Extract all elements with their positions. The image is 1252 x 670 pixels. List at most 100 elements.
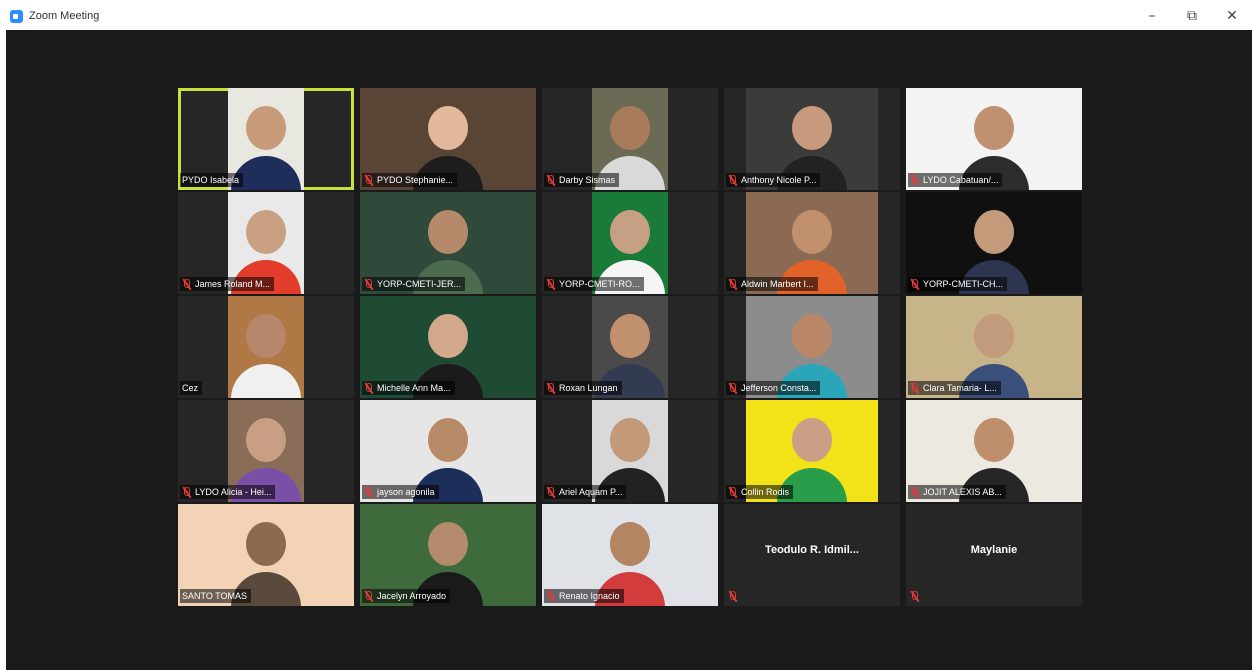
participant-face	[610, 210, 650, 254]
participant-face	[428, 522, 468, 566]
participant-name: Cez	[182, 383, 199, 393]
participant-name: LYDO Alicia - Hei...	[195, 487, 272, 497]
participant-tile[interactable]: PYDO Isabela	[178, 88, 354, 190]
muted-mic-icon	[910, 591, 919, 602]
participant-face	[246, 210, 286, 254]
participant-name: Clara Tamaria- L...	[923, 383, 997, 393]
participant-body	[231, 364, 301, 398]
participant-name-label: Roxan Lungan	[544, 381, 622, 395]
close-button[interactable]: ✕	[1212, 0, 1252, 32]
participant-name: Renato Ignacio	[559, 591, 620, 601]
muted-mic-icon	[364, 174, 373, 186]
participant-face	[610, 314, 650, 358]
muted-mic-icon	[364, 590, 373, 602]
participant-name-label: YORP-CMETI-RO...	[544, 277, 644, 291]
participant-name-label: Michelle Ann Ma...	[362, 381, 455, 395]
participant-name: YORP-CMETI-RO...	[559, 279, 640, 289]
participant-face	[974, 210, 1014, 254]
participant-face	[610, 522, 650, 566]
participant-name: SANTO TOMAS	[182, 591, 248, 601]
participant-tile[interactable]: Collin Rodis	[724, 400, 900, 502]
participant-tile[interactable]: Jefferson Consta...	[724, 296, 900, 398]
participant-name-label: Clara Tamaria- L...	[908, 381, 1001, 395]
participant-name: Anthony Nicole P...	[741, 175, 817, 185]
participant-name: Collin Rodis	[741, 487, 790, 497]
participant-tile[interactable]: James Roland M...	[178, 192, 354, 294]
participant-tile[interactable]: Darby Sismas	[542, 88, 718, 190]
participant-name: PYDO Isabela	[182, 175, 240, 185]
muted-mic-icon	[182, 486, 191, 498]
participant-face	[246, 522, 286, 566]
participant-tile[interactable]: Ariel Aquam P...	[542, 400, 718, 502]
muted-mic-icon	[364, 486, 373, 498]
participant-tile[interactable]: YORP-CMETI-RO...	[542, 192, 718, 294]
participant-tile[interactable]: LYDO Cabatuan/...	[906, 88, 1082, 190]
participant-face	[792, 418, 832, 462]
participant-tile[interactable]: JOJIT ALEXIS AB...	[906, 400, 1082, 502]
participant-tile[interactable]: Jacelyn Arroyado	[360, 504, 536, 606]
participant-video	[228, 296, 304, 398]
participant-tile[interactable]: jayson agonila	[360, 400, 536, 502]
participant-tile[interactable]: YORP-CMETI-CH...	[906, 192, 1082, 294]
participant-face	[974, 106, 1014, 150]
participant-name-label: James Roland M...	[180, 277, 275, 291]
participant-name: Teodulo R. Idmil...	[765, 544, 859, 556]
participant-name-label: LYDO Alicia - Hei...	[180, 485, 276, 499]
muted-mic-icon	[728, 486, 737, 498]
participant-tile[interactable]: Anthony Nicole P...	[724, 88, 900, 190]
participant-tile[interactable]: Cez	[178, 296, 354, 398]
muted-mic-icon	[364, 382, 373, 394]
participant-name-label: Aldwin Marbert I...	[726, 277, 818, 291]
zoom-logo-icon	[10, 9, 23, 23]
participant-name-label: LYDO Cabatuan/...	[908, 173, 1003, 187]
muted-mic-icon	[728, 174, 737, 186]
muted-mic-icon	[728, 278, 737, 290]
participant-name-label: Anthony Nicole P...	[726, 173, 821, 187]
participant-tile[interactable]: LYDO Alicia - Hei...	[178, 400, 354, 502]
participant-tile[interactable]: SANTO TOMAS	[178, 504, 354, 606]
participant-face	[246, 314, 286, 358]
muted-mic-icon	[910, 174, 919, 186]
muted-mic-icon	[728, 591, 737, 602]
participant-name: PYDO Stephanie...	[377, 175, 454, 185]
participant-face	[246, 106, 286, 150]
muted-mic-icon	[910, 278, 919, 290]
muted-mic-icon	[546, 174, 555, 186]
participant-name: jayson agonila	[377, 487, 435, 497]
participant-face	[792, 210, 832, 254]
participant-name-label: Ariel Aquam P...	[544, 485, 627, 499]
window-controls: – ⧉ ✕	[1132, 0, 1252, 32]
muted-mic-icon	[910, 382, 919, 394]
participant-name: Jacelyn Arroyado	[377, 591, 447, 601]
participant-tile[interactable]: Renato Ignacio	[542, 504, 718, 606]
muted-mic-icon	[364, 278, 373, 290]
participant-tile[interactable]: Clara Tamaria- L...	[906, 296, 1082, 398]
participant-name-label: Jacelyn Arroyado	[362, 589, 451, 603]
restore-button[interactable]: ⧉	[1172, 0, 1212, 32]
participant-name-label: PYDO Stephanie...	[362, 173, 458, 187]
participant-name: James Roland M...	[195, 279, 271, 289]
participant-name: Jefferson Consta...	[741, 383, 817, 393]
participant-face	[792, 106, 832, 150]
participant-name-label: Cez	[180, 381, 203, 395]
participant-name-label: YORP-CMETI-JER...	[362, 277, 466, 291]
participant-name-label: PYDO Isabela	[180, 173, 244, 187]
participant-face	[246, 418, 286, 462]
participant-tile[interactable]: Aldwin Marbert I...	[724, 192, 900, 294]
participant-tile[interactable]: Roxan Lungan	[542, 296, 718, 398]
participant-tile[interactable]: YORP-CMETI-JER...	[360, 192, 536, 294]
participant-face	[974, 314, 1014, 358]
participant-tile[interactable]: Michelle Ann Ma...	[360, 296, 536, 398]
participant-name: YORP-CMETI-JER...	[377, 279, 462, 289]
participant-face	[428, 106, 468, 150]
participant-name-label: Darby Sismas	[544, 173, 620, 187]
participant-name-label: Jefferson Consta...	[726, 381, 821, 395]
muted-mic-icon	[182, 278, 191, 290]
participant-tile[interactable]: Maylanie	[906, 504, 1082, 606]
participant-name: Maylanie	[970, 544, 1018, 556]
muted-mic-icon	[546, 382, 555, 394]
participant-tile[interactable]: PYDO Stephanie...	[360, 88, 536, 190]
participant-tile[interactable]: Teodulo R. Idmil...	[724, 504, 900, 606]
participant-name-label: jayson agonila	[362, 485, 439, 499]
minimize-button[interactable]: –	[1132, 0, 1172, 32]
